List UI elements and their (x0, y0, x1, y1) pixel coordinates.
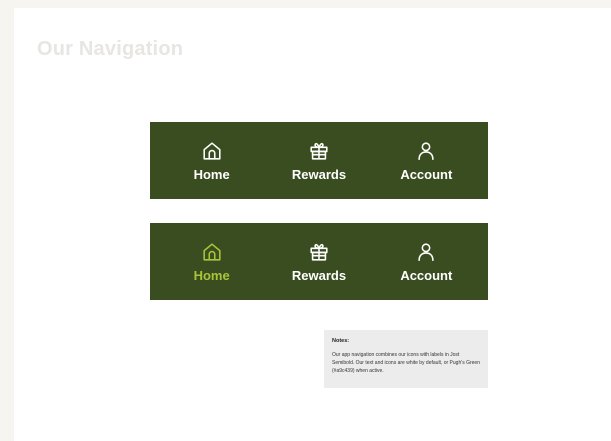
gift-icon (308, 140, 330, 162)
nav-item-label: Account (400, 267, 453, 283)
nav-item-label: Rewards (291, 166, 347, 182)
nav-item-rewards[interactable]: Rewards (269, 140, 369, 182)
user-icon (415, 140, 437, 162)
home-icon (201, 241, 223, 263)
notes-title: Notes: (332, 338, 350, 344)
nav-item-home[interactable]: Home (162, 241, 262, 283)
content-card: Our Navigation Home Rewards Account Home… (14, 8, 611, 441)
notes-body: Our app navigation combines our icons wi… (332, 352, 480, 374)
nav-bar-default: Home Rewards Account (150, 122, 488, 199)
nav-bar-active-state: Home Rewards Account (150, 223, 488, 300)
nav-item-label: Home (193, 267, 230, 283)
nav-item-label: Home (193, 166, 230, 182)
nav-item-account[interactable]: Account (376, 241, 476, 283)
gift-icon (308, 241, 330, 263)
page-title: Our Navigation (37, 38, 184, 60)
nav-item-account[interactable]: Account (376, 140, 476, 182)
user-icon (415, 241, 437, 263)
notes-box: Notes: Our app navigation combines our i… (324, 330, 488, 388)
nav-item-rewards[interactable]: Rewards (269, 241, 369, 283)
nav-item-label: Rewards (291, 267, 347, 283)
home-icon (201, 140, 223, 162)
nav-item-home[interactable]: Home (162, 140, 262, 182)
nav-item-label: Account (400, 166, 453, 182)
